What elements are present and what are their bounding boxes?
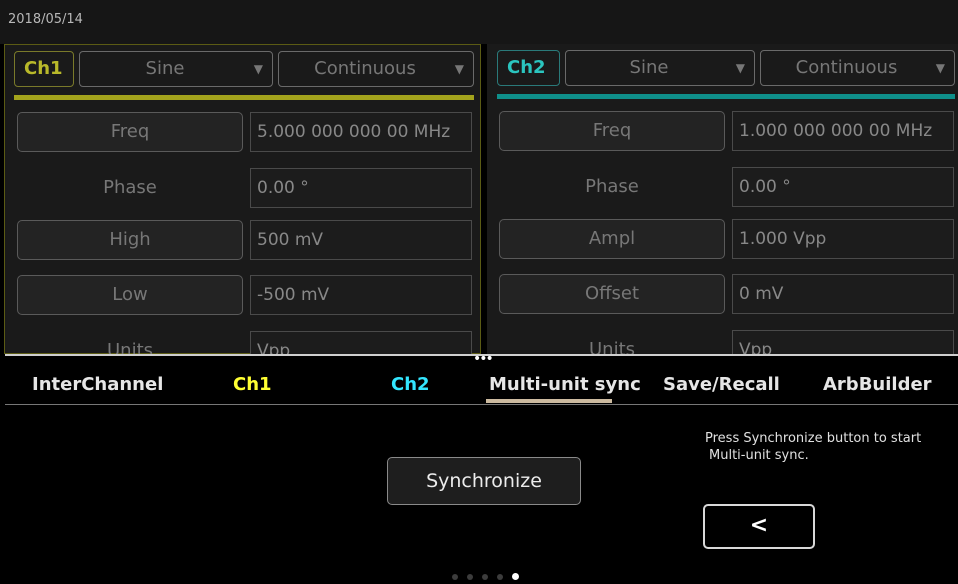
ch1-waveform-value: Sine: [145, 58, 185, 79]
ch1-param-value-phase[interactable]: 0.00 °: [250, 168, 472, 208]
ch1-param-button-high[interactable]: High: [17, 220, 243, 260]
ch2-param-value-offset[interactable]: 0 mV: [732, 274, 954, 314]
tab-interchannel[interactable]: InterChannel: [32, 374, 163, 395]
ch2-param-button-freq[interactable]: Freq: [499, 111, 725, 151]
back-button[interactable]: <: [703, 504, 815, 549]
ch2-waveform-dropdown[interactable]: Sine ▼: [565, 50, 755, 86]
page-indicator: [452, 565, 523, 584]
ch2-param-value-ampl[interactable]: 1.000 Vpp: [732, 219, 954, 259]
ch1-param-value-freq[interactable]: 5.000 000 000 00 MHz: [250, 112, 472, 152]
active-tab-indicator: [486, 399, 612, 403]
sync-instructions-line2: Multi-unit sync.: [709, 448, 809, 463]
sync-instructions-line1: Press Synchronize button to start: [705, 431, 922, 446]
page-dot-3[interactable]: [482, 574, 489, 580]
ch1-panel: Ch1 Sine ▼ Continuous ▼ Freq 5.000 000 0…: [4, 44, 481, 371]
sync-instructions: Press Synchronize button to start Multi-…: [705, 430, 955, 464]
page-dot-2[interactable]: [467, 574, 474, 580]
tab-arbbuilder[interactable]: ArbBuilder: [823, 374, 932, 395]
ch1-label[interactable]: Ch1: [14, 51, 74, 87]
ch2-param-value-freq[interactable]: 1.000 000 000 00 MHz: [732, 111, 954, 151]
tab-multi-unit-sync[interactable]: Multi-unit sync: [489, 374, 641, 395]
chevron-left-icon: <: [749, 513, 769, 538]
ch2-param-button-offset[interactable]: Offset: [499, 274, 725, 314]
bottom-menu-panel: ••• InterChannel Ch1 Ch2 Multi-unit sync…: [5, 351, 958, 580]
page-dot-4[interactable]: [497, 574, 504, 580]
tab-ch2[interactable]: Ch2: [391, 374, 430, 395]
ch2-param-label-phase: Phase: [585, 176, 639, 197]
ch2-param-button-ampl[interactable]: Ampl: [499, 219, 725, 259]
ch2-mode-value: Continuous: [795, 57, 898, 78]
caret-down-icon: ▼: [935, 61, 945, 75]
ch1-param-button-low[interactable]: Low: [17, 275, 243, 315]
date-label: 2018/05/14: [8, 12, 83, 27]
ch1-mode-value: Continuous: [314, 58, 416, 79]
ch1-param-button-freq[interactable]: Freq: [17, 112, 243, 152]
ch2-param-value-phase[interactable]: 0.00 °: [732, 167, 954, 207]
ch1-underline: [14, 95, 474, 100]
ch1-waveform-dropdown[interactable]: Sine ▼: [79, 51, 273, 87]
ch1-param-value-high[interactable]: 500 mV: [250, 220, 472, 260]
ch1-param-value-low[interactable]: -500 mV: [250, 275, 472, 315]
ch1-mode-dropdown[interactable]: Continuous ▼: [278, 51, 474, 87]
page-dot-1[interactable]: [452, 574, 458, 580]
more-dots-icon[interactable]: •••: [473, 351, 494, 367]
tab-save-recall[interactable]: Save/Recall: [663, 374, 780, 395]
top-status-bar: 2018/05/14: [0, 0, 958, 44]
ch2-waveform-value: Sine: [629, 57, 669, 78]
caret-down-icon: ▼: [735, 61, 745, 75]
ch2-label[interactable]: Ch2: [497, 50, 560, 86]
synchronize-button[interactable]: Synchronize: [387, 457, 581, 505]
tab-bar-line: [5, 404, 958, 405]
caret-down-icon: ▼: [253, 62, 263, 76]
ch2-underline: [497, 94, 955, 99]
tab-ch1[interactable]: Ch1: [233, 374, 272, 395]
ch2-mode-dropdown[interactable]: Continuous ▼: [760, 50, 955, 86]
caret-down-icon: ▼: [454, 62, 464, 76]
ch2-panel: Ch2 Sine ▼ Continuous ▼ Freq 1.000 000 0…: [487, 44, 958, 370]
ch1-param-label-phase: Phase: [103, 177, 157, 198]
